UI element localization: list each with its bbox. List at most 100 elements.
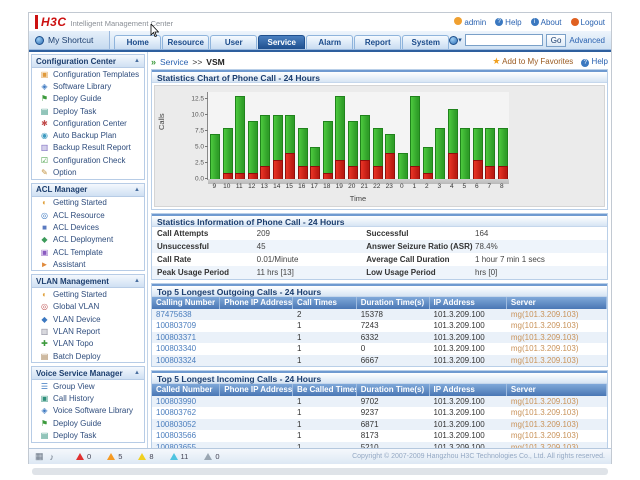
column-header-duration-time-s-[interactable]: Duration Time(s): [357, 297, 430, 309]
sidebar-item-option[interactable]: ✎Option: [32, 166, 144, 178]
column-header-duration-time-s-[interactable]: Duration Time(s): [357, 384, 430, 396]
sidebar-item-global-vlan[interactable]: ◎Global VLAN: [32, 301, 144, 313]
sidebar-item-voice-software-library[interactable]: ◈Voice Software Library: [32, 405, 144, 417]
x-tick-label: 8: [496, 183, 509, 190]
sidebar-item-deploy-guide[interactable]: ⚑Deploy Guide: [32, 417, 144, 429]
column-header-phone-ip-address[interactable]: Phone IP Address: [220, 384, 293, 396]
backup-result-report-icon: ▥: [40, 143, 49, 152]
alarm-count: 11: [181, 452, 189, 461]
sidebar-item-label: Deploy Task: [53, 431, 96, 440]
table-cell: 5210: [357, 442, 430, 448]
search-scope-icon[interactable]: ▾: [449, 36, 462, 45]
tab-system[interactable]: System: [402, 35, 449, 49]
call-history-icon: ▣: [40, 394, 49, 403]
alarm-warning-icon: [170, 453, 178, 460]
sidebar-item-getting-started[interactable]: ◐Getting Started: [32, 288, 144, 300]
tab-report[interactable]: Report: [354, 35, 401, 49]
tab-resource[interactable]: Resource: [162, 35, 209, 49]
column-header-ip-address[interactable]: IP Address: [430, 297, 507, 309]
sidebar-item-group-view[interactable]: ☰Group View: [32, 380, 144, 392]
outgoing-panel-title: Top 5 Longest Outgoing Calls - 24 Hours: [152, 284, 607, 297]
number-link[interactable]: 100803762: [152, 407, 220, 418]
column-header-server[interactable]: Server: [507, 297, 607, 309]
tab-home[interactable]: Home: [114, 35, 161, 49]
sidebar-item-getting-started[interactable]: ◐Getting Started: [32, 197, 144, 209]
my-shortcut-button[interactable]: My Shortcut: [29, 31, 110, 49]
breadcrumb-section[interactable]: Service: [160, 57, 188, 67]
sidebar-item-deploy-guide[interactable]: ⚑Deploy Guide: [32, 93, 144, 105]
sidebar-item-configuration-templates[interactable]: ▣Configuration Templates: [32, 68, 144, 80]
sidebar-item-deploy-task[interactable]: ▤Deploy Task: [32, 105, 144, 117]
incoming-calls-panel: Top 5 Longest Incoming Calls - 24 Hours …: [151, 370, 608, 448]
sidebar-item-call-history[interactable]: ▣Call History: [32, 393, 144, 405]
collapse-arrow-icon[interactable]: ▲: [134, 278, 140, 284]
sidebar-item-deploy-task[interactable]: ▤Deploy Task: [32, 429, 144, 441]
number-link[interactable]: 100803371: [152, 332, 220, 343]
logout-link[interactable]: Logout: [571, 18, 605, 27]
bar-hour-17: [309, 147, 322, 179]
help-link[interactable]: ? Help: [495, 18, 521, 27]
number-link[interactable]: 100803340: [152, 343, 220, 354]
alarm-counter-info[interactable]: 0: [204, 452, 219, 461]
search-go-button[interactable]: Go: [546, 34, 567, 47]
number-link[interactable]: 100803709: [152, 320, 220, 331]
sidebar-item-software-library[interactable]: ◈Software Library: [32, 80, 144, 92]
column-header-server[interactable]: Server: [507, 384, 607, 396]
sidebar-item-configuration-check[interactable]: ☑Configuration Check: [32, 154, 144, 166]
column-header-phone-ip-address[interactable]: Phone IP Address: [220, 297, 293, 309]
alarm-minor-icon: [138, 453, 146, 460]
alarm-counter-minor[interactable]: 8: [138, 452, 153, 461]
sidebar-item-configuration-center[interactable]: ✱Configuration Center: [32, 117, 144, 129]
page-help-link[interactable]: ? Help: [581, 57, 608, 67]
bar-hour-22: [372, 128, 385, 179]
alarm-counter-critical[interactable]: 0: [76, 452, 91, 461]
bar-hour-20: [347, 121, 360, 179]
sidebar-item-assistant[interactable]: ►Assistant: [32, 258, 144, 270]
successful-segment: [223, 128, 233, 173]
alarm-counter-major[interactable]: 5: [107, 452, 122, 461]
collapse-arrow-icon[interactable]: ▲: [134, 58, 140, 64]
sidebar-item-backup-result-report[interactable]: ▥Backup Result Report: [32, 142, 144, 154]
sidebar-item-acl-template[interactable]: ▣ACL Template: [32, 246, 144, 258]
tab-user[interactable]: User: [210, 35, 257, 49]
alarm-counter-warning[interactable]: 11: [170, 452, 189, 461]
number-link[interactable]: 100803324: [152, 355, 220, 366]
sidebar-item-auto-backup-plan[interactable]: ◉Auto Backup Plan: [32, 129, 144, 141]
collapse-arrow-icon[interactable]: ▲: [134, 370, 140, 376]
tab-alarm[interactable]: Alarm: [306, 35, 353, 49]
number-link[interactable]: 100803990: [152, 396, 220, 407]
number-link[interactable]: 100803566: [152, 430, 220, 441]
chart-y-axis-label: Calls: [157, 113, 166, 130]
sidebar-item-vlan-device[interactable]: ◆VLAN Device: [32, 313, 144, 325]
configuration-center-icon: ✱: [40, 119, 49, 128]
sidebar-section-header-acl-manager[interactable]: ACL Manager▲: [32, 184, 144, 197]
search-input[interactable]: [465, 34, 543, 46]
number-link[interactable]: 100803655: [152, 442, 220, 448]
collapse-arrow-icon[interactable]: ▲: [134, 187, 140, 193]
unsuccessful-segment: [335, 160, 345, 179]
sidebar-item-acl-devices[interactable]: ■ACL Devices: [32, 221, 144, 233]
column-header-ip-address[interactable]: IP Address: [430, 384, 507, 396]
about-link[interactable]: i About: [531, 18, 562, 27]
column-header-calling-number[interactable]: Calling Number: [152, 297, 220, 309]
number-link[interactable]: 100803052: [152, 419, 220, 430]
column-header-call-times[interactable]: Call Times: [293, 297, 357, 309]
advanced-search-link[interactable]: Advanced: [569, 36, 605, 45]
sidebar-item-batch-deploy[interactable]: ▤Batch Deploy: [32, 350, 144, 362]
sidebar-item-vlan-report[interactable]: ▥VLAN Report: [32, 325, 144, 337]
column-header-called-number[interactable]: Called Number: [152, 384, 220, 396]
sidebar-section-header-vlan-management[interactable]: VLAN Management▲: [32, 275, 144, 288]
column-header-be-called-times[interactable]: Be Called Times: [293, 384, 357, 396]
number-link[interactable]: 87475638: [152, 309, 220, 320]
successful-segment: [235, 96, 245, 173]
sidebar-item-acl-deployment[interactable]: ◆ACL Deployment: [32, 234, 144, 246]
table-cell: 101.3.209.100: [430, 332, 507, 343]
sidebar-section-header-configuration-center[interactable]: Configuration Center▲: [32, 55, 144, 68]
sidebar-item-acl-resource[interactable]: ◎ACL Resource: [32, 209, 144, 221]
add-to-favorites-link[interactable]: ★ Add to My Favorites: [492, 56, 573, 67]
sidebar-item-vlan-topo[interactable]: ✚VLAN Topo: [32, 338, 144, 350]
sidebar-section-header-voice-service-manager[interactable]: Voice Service Manager▲: [32, 367, 144, 380]
x-tick-label: 23: [383, 183, 396, 190]
status-sound-icon[interactable]: ♪: [50, 452, 55, 462]
tab-service[interactable]: Service: [258, 35, 305, 49]
